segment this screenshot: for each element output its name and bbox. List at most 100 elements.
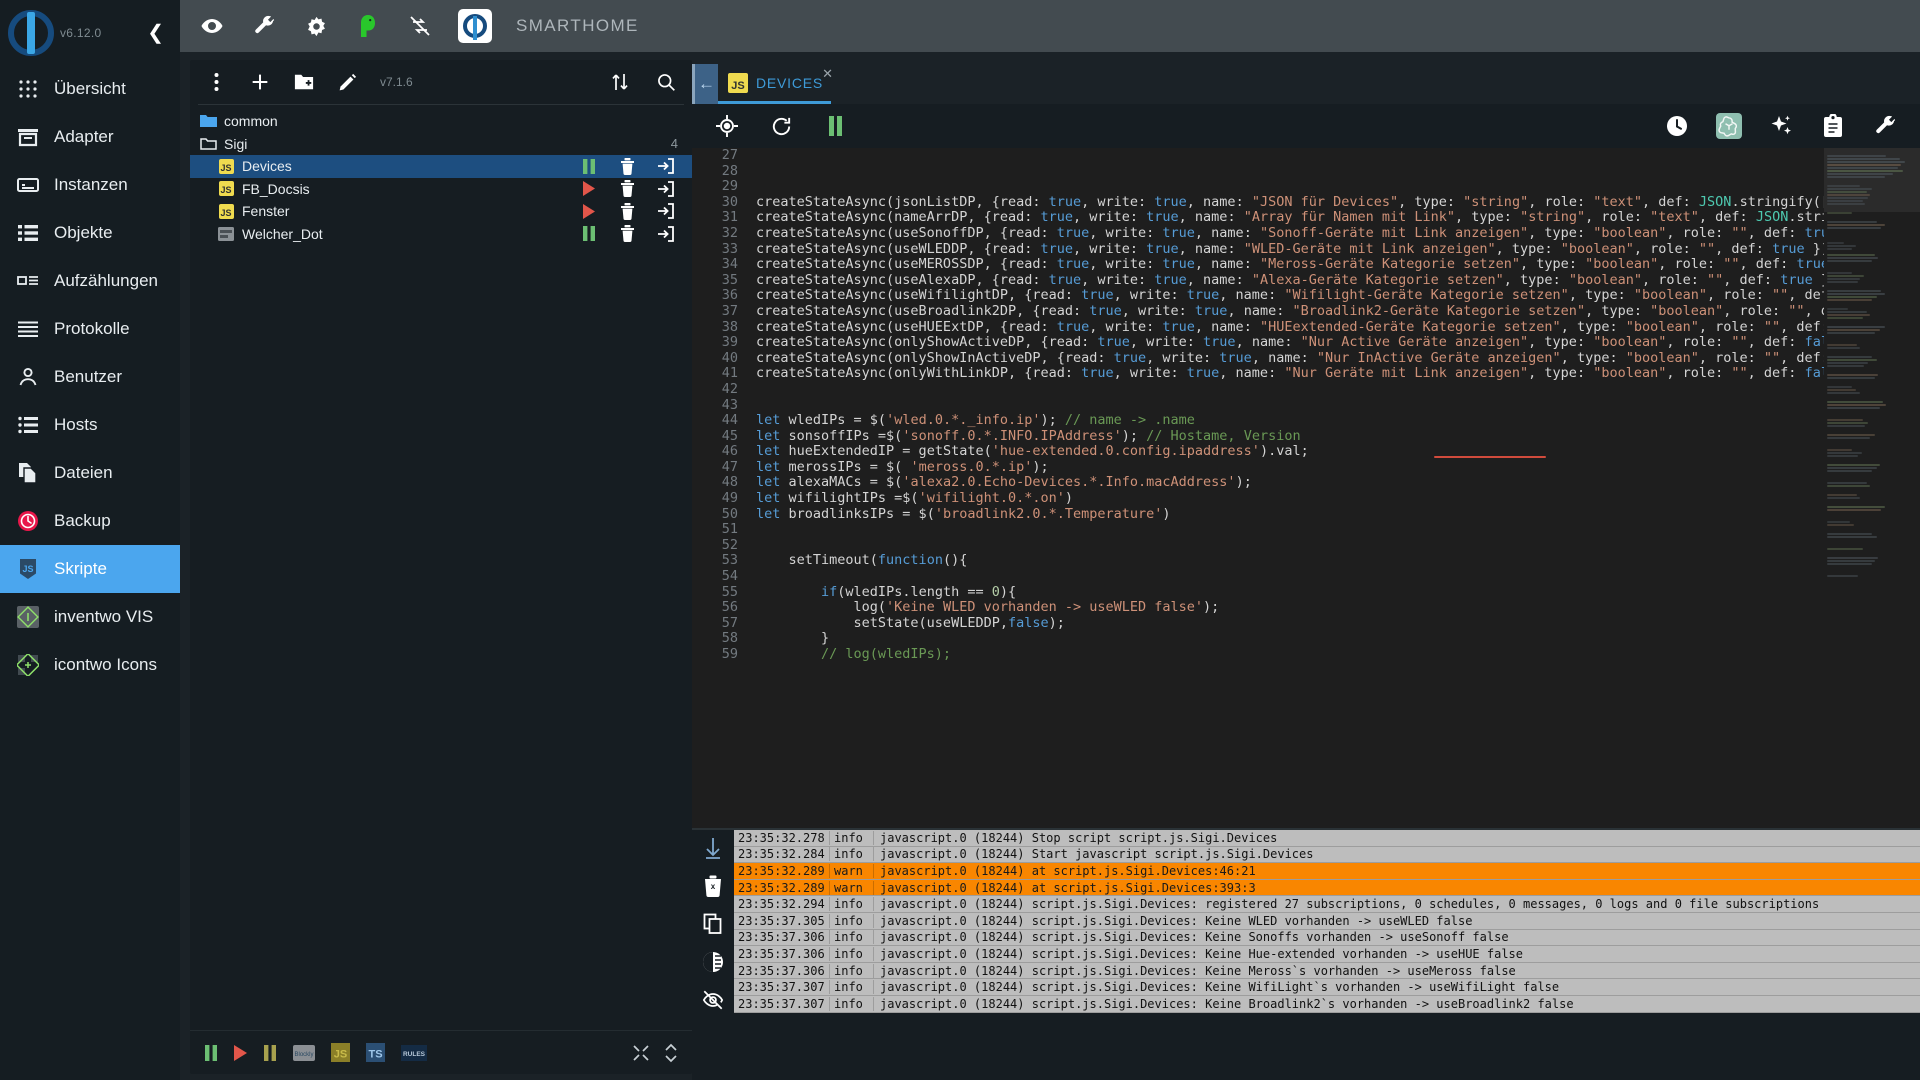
copy-icon[interactable]	[701, 912, 725, 936]
delete-icon[interactable]	[618, 202, 636, 220]
openai-icon[interactable]	[1716, 113, 1742, 139]
minimap-line	[1827, 389, 1856, 391]
sidebar-item-skripte[interactable]: JS Skripte	[0, 545, 180, 593]
sidebar-item-icontwo-icons[interactable]: icontwo Icons	[0, 641, 180, 689]
ts-filter-icon[interactable]: TS	[366, 1043, 385, 1062]
tree-row-sigi[interactable]: Sigi 4	[190, 132, 692, 155]
code-editor[interactable]: 27 28 29 30 createStateAsync(jsonListDP, …	[692, 148, 1920, 828]
rules-filter-icon[interactable]: RULES	[401, 1044, 427, 1061]
log-row[interactable]: 23:35:37.307 info javascript.0 (18244) scr…	[734, 995, 1920, 1013]
contrast-icon[interactable]	[701, 950, 725, 974]
run-script-icon[interactable]	[580, 180, 598, 198]
sidebar-item--bersicht[interactable]: Übersicht	[0, 65, 180, 113]
log-row[interactable]: 23:35:32.289 warn javascript.0 (18244) at …	[734, 863, 1920, 880]
log-row[interactable]: 23:35:32.284 info javascript.0 (18244) Sta…	[734, 846, 1920, 864]
blockly-filter-icon[interactable]: Blockly	[293, 1044, 315, 1061]
collapse-icon[interactable]	[664, 1043, 678, 1063]
tab-devices[interactable]: JS DEVICES ✕	[718, 64, 833, 104]
hosts-icon	[16, 413, 40, 437]
minimap-line	[1827, 560, 1875, 562]
parrot-icon[interactable]	[354, 12, 382, 40]
export-icon[interactable]	[656, 225, 674, 243]
minimap-line	[1827, 299, 1873, 301]
log-message: javascript.0 (18244) script.js.Sigi.Devi…	[880, 980, 1560, 995]
minimap-line	[1827, 509, 1882, 511]
sidebar-item-dateien[interactable]: Dateien	[0, 449, 180, 497]
tree-row-fb-docsis[interactable]: JS FB_Docsis	[190, 178, 692, 201]
pause-script-icon[interactable]	[580, 157, 598, 175]
minimap-line	[1827, 464, 1880, 466]
code-text[interactable]: 27 28 29 30 createStateAsync(jsonListDP, …	[692, 148, 1824, 663]
delete-icon[interactable]	[618, 225, 636, 243]
minimap-line	[1827, 407, 1880, 409]
expand-icon[interactable]	[632, 1044, 650, 1062]
sidebar-item-instanzen[interactable]: Instanzen	[0, 161, 180, 209]
sidebar-item-protokolle[interactable]: Protokolle	[0, 305, 180, 353]
dots-vertical-icon[interactable]	[204, 70, 228, 94]
pause-script-icon[interactable]	[580, 225, 598, 243]
run-script-icon[interactable]	[580, 202, 598, 220]
log-row[interactable]: 23:35:37.306 info javascript.0 (18244) scr…	[734, 962, 1920, 980]
grid-icon	[16, 77, 40, 101]
pause-filter-icon[interactable]	[204, 1044, 218, 1061]
script-tree-list[interactable]: common Sigi 4 JS Devices JS FB_Docsis JS Fenster…	[190, 105, 692, 1030]
wrench-icon[interactable]	[1872, 113, 1898, 139]
log-table[interactable]: 23:35:32.278 info javascript.0 (18244) Sto…	[734, 830, 1920, 1080]
sidebar-item-backup[interactable]: Backup	[0, 497, 180, 545]
eye-icon[interactable]	[198, 12, 226, 40]
js-filter-icon[interactable]: JS	[331, 1043, 350, 1062]
sort-icon[interactable]	[608, 70, 632, 94]
tree-row-common[interactable]: common	[190, 109, 692, 132]
log-row[interactable]: 23:35:32.294 info javascript.0 (18244) scr…	[734, 896, 1920, 913]
close-icon[interactable]: ✕	[822, 66, 833, 82]
log-row[interactable]: 23:35:32.289 warn javascript.0 (18244) at …	[734, 879, 1920, 897]
iobroker-logo-icon	[8, 9, 54, 56]
export-icon[interactable]	[656, 180, 674, 198]
sidebar-item-hosts[interactable]: Hosts	[0, 401, 180, 449]
sidebar-item-aufz-hlungen[interactable]: Aufzählungen	[0, 257, 180, 305]
log-row[interactable]: 23:35:37.305 info javascript.0 (18244) scr…	[734, 912, 1920, 930]
pause2-filter-icon[interactable]	[263, 1044, 277, 1061]
chevron-left-icon[interactable]: ❮	[141, 19, 170, 47]
tree-row-devices[interactable]: JS Devices	[190, 155, 692, 178]
log-row[interactable]: 23:35:32.278 info javascript.0 (18244) Sto…	[734, 830, 1920, 847]
clear-log-icon[interactable]: x	[701, 874, 725, 898]
clipboard-icon[interactable]	[1820, 113, 1846, 139]
no-sync-icon[interactable]	[406, 12, 434, 40]
export-icon[interactable]	[656, 157, 674, 175]
tree-row-label: Sigi	[224, 135, 248, 152]
delete-icon[interactable]	[618, 180, 636, 198]
sidebar-item-objekte[interactable]: Objekte	[0, 209, 180, 257]
log-row[interactable]: 23:35:37.306 info javascript.0 (18244) scr…	[734, 946, 1920, 963]
wrench-icon[interactable]	[250, 12, 278, 40]
sparkles-icon[interactable]	[1768, 113, 1794, 139]
play-filter-icon[interactable]	[234, 1044, 247, 1061]
enum-icon	[16, 269, 40, 293]
tree-row-fenster[interactable]: JS Fenster	[190, 200, 692, 223]
delete-icon[interactable]	[618, 157, 636, 175]
arrow-left-icon[interactable]: ←	[692, 64, 718, 104]
clock-icon[interactable]	[1664, 113, 1690, 139]
tree-row-welcher-dot[interactable]: Welcher_Dot	[190, 223, 692, 246]
sidebar-item-adapter[interactable]: Adapter	[0, 113, 180, 161]
gear-icon[interactable]	[302, 12, 330, 40]
plus-icon[interactable]	[248, 70, 272, 94]
search-icon[interactable]	[654, 70, 678, 94]
minimap-line	[1827, 281, 1859, 283]
log-severity: info	[830, 847, 874, 862]
code-scroll-region[interactable]: 27 28 29 30 createStateAsync(jsonListDP, …	[692, 148, 1824, 828]
scroll-down-icon[interactable]	[701, 836, 725, 860]
log-row[interactable]: 23:35:37.306 info javascript.0 (18244) scr…	[734, 929, 1920, 947]
hide-log-icon[interactable]	[701, 988, 725, 1012]
sidebar-item-inventwo-vis[interactable]: inventwo VIS	[0, 593, 180, 641]
reload-icon[interactable]	[768, 113, 794, 139]
editor-minimap[interactable]	[1824, 148, 1920, 828]
locate-icon[interactable]	[714, 113, 740, 139]
sidebar-item-benutzer[interactable]: Benutzer	[0, 353, 180, 401]
pause-icon[interactable]	[822, 113, 848, 139]
export-icon[interactable]	[656, 202, 674, 220]
minimap-line	[1827, 359, 1877, 361]
pencil-icon[interactable]	[336, 70, 360, 94]
log-row[interactable]: 23:35:37.307 info javascript.0 (18244) scr…	[734, 979, 1920, 996]
folder-plus-icon[interactable]	[292, 70, 316, 94]
